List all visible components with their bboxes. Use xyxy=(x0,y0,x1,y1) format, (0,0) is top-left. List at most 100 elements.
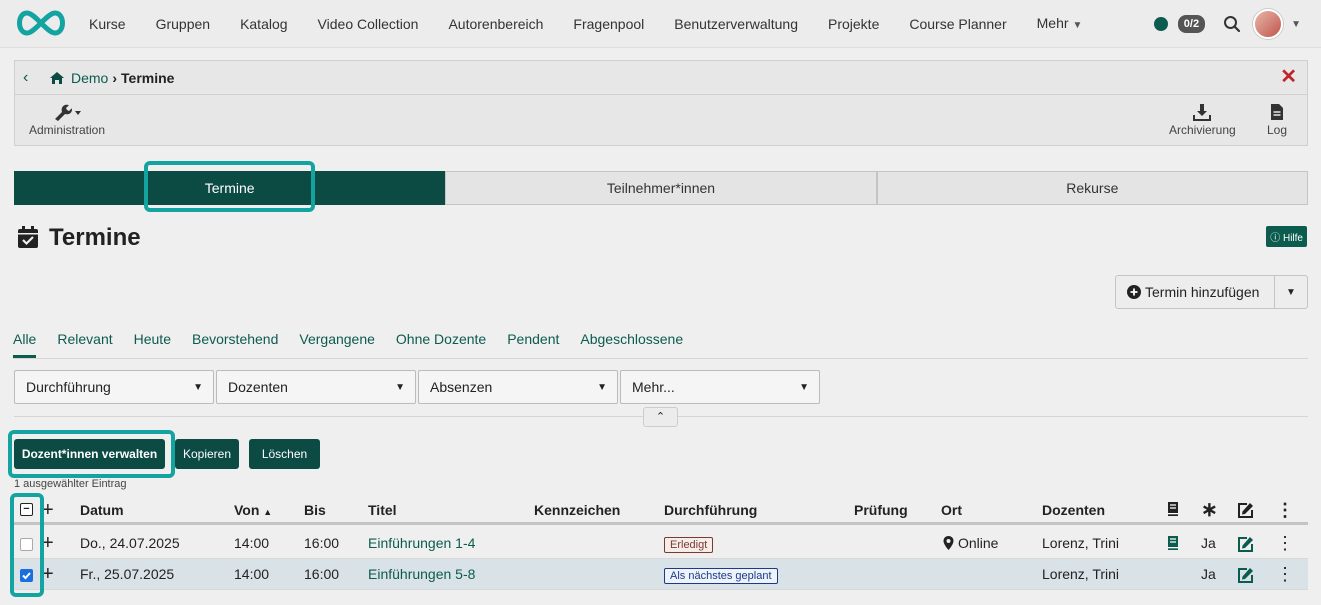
col-von[interactable]: Von ▲ xyxy=(234,498,272,524)
close-icon[interactable]: ✕ xyxy=(1280,67,1297,87)
administration-tool[interactable]: Administration xyxy=(29,101,105,137)
tab-teilnehmer[interactable]: Teilnehmer*innen xyxy=(445,171,877,205)
home-icon[interactable] xyxy=(49,71,65,85)
notification-badge[interactable]: 0/2 xyxy=(1177,15,1206,33)
cell-datum: Do., 24.07.2025 xyxy=(80,535,180,551)
top-navbar: Kurse Gruppen Katalog Video Collection A… xyxy=(0,0,1321,48)
breadcrumb-separator-icon: › xyxy=(112,69,118,86)
nav-item-video-collection[interactable]: Video Collection xyxy=(303,0,434,48)
collapse-filters-chevron-up-icon[interactable]: ⌃ xyxy=(643,407,678,427)
nav-item-benutzerverwaltung[interactable]: Benutzerverwaltung xyxy=(659,0,813,48)
copy-button[interactable]: Kopieren xyxy=(175,439,239,469)
cell-bis: 16:00 xyxy=(304,535,340,551)
cell-ort: Online xyxy=(943,528,998,558)
nav-item-course-planner[interactable]: Course Planner xyxy=(894,0,1021,48)
tab-termine[interactable]: Termine xyxy=(14,171,446,205)
nav-item-projekte[interactable]: Projekte xyxy=(813,0,894,48)
expand-all-plus-icon[interactable]: + xyxy=(42,498,54,522)
plus-circle-icon xyxy=(1127,285,1141,299)
col-pruefung[interactable]: Prüfung xyxy=(854,498,908,522)
logo-infinity-icon[interactable] xyxy=(13,9,69,37)
add-appointment-button[interactable]: Termin hinzufügen xyxy=(1116,276,1275,308)
nav-right: 0/2 ▼ xyxy=(1153,0,1301,48)
col-ort[interactable]: Ort xyxy=(941,498,962,522)
select-mehr[interactable]: Mehr... ▼ xyxy=(620,370,820,404)
search-icon[interactable] xyxy=(1223,15,1241,33)
tab-rekurse-label: Rekurse xyxy=(1066,180,1119,196)
select-durchfuehrung-value: Durchführung xyxy=(26,379,111,395)
cell-titel-link[interactable]: Einführungen 5-8 xyxy=(368,559,475,589)
filter-tab-vergangene[interactable]: Vergangene xyxy=(299,331,375,358)
nav-item-autorenbereich[interactable]: Autorenbereich xyxy=(433,0,558,48)
user-menu-chevron-icon[interactable]: ▼ xyxy=(1291,19,1301,30)
nav-item-fragenpool[interactable]: Fragenpool xyxy=(558,0,659,48)
log-tool[interactable]: Log xyxy=(1264,101,1290,137)
filter-tab-ohne-dozente[interactable]: Ohne Dozente xyxy=(396,331,486,358)
col-bis[interactable]: Bis xyxy=(304,498,326,522)
manage-teachers-button[interactable]: Dozent*innen verwalten xyxy=(14,439,165,469)
table-row[interactable]: + Fr., 25.07.2025 14:00 16:00 Einführung… xyxy=(14,559,1308,590)
tab-rekurse[interactable]: Rekurse xyxy=(876,171,1308,205)
more-vertical-icon[interactable]: ⋮ xyxy=(1276,559,1294,589)
sort-ascending-icon: ▲ xyxy=(263,507,273,517)
expand-row-plus-icon[interactable]: + xyxy=(42,528,54,558)
col-kennzeichen[interactable]: Kennzeichen xyxy=(534,498,620,522)
book-icon[interactable] xyxy=(1166,535,1180,551)
expand-row-plus-icon[interactable]: + xyxy=(42,559,54,589)
col-dozenten[interactable]: Dozenten xyxy=(1042,498,1105,522)
select-dozenten[interactable]: Dozenten ▼ xyxy=(216,370,416,404)
breadcrumb-demo-link[interactable]: Demo xyxy=(71,70,108,86)
online-status-dot[interactable] xyxy=(1153,17,1168,31)
wrench-icon xyxy=(55,104,82,121)
edit-icon[interactable] xyxy=(1237,566,1255,583)
filter-tab-heute[interactable]: Heute xyxy=(134,331,171,358)
row-checkbox[interactable] xyxy=(20,538,33,551)
add-appointment-dropdown-icon[interactable]: ▼ xyxy=(1275,287,1307,298)
cell-titel-link[interactable]: Einführungen 1-4 xyxy=(368,528,475,558)
filter-tab-abgeschlossene[interactable]: Abgeschlossene xyxy=(580,331,683,358)
archive-tool[interactable]: Archivierung xyxy=(1169,101,1236,137)
calendar-check-icon xyxy=(18,226,38,248)
cell-dozenten: Lorenz, Trini xyxy=(1042,535,1120,551)
cell-datum: Fr., 25.07.2025 xyxy=(80,566,175,582)
nav-item-gruppen[interactable]: Gruppen xyxy=(141,0,225,48)
more-vertical-icon[interactable]: ⋮ xyxy=(1276,498,1294,522)
filter-tab-bevorstehend[interactable]: Bevorstehend xyxy=(192,331,278,358)
archive-label: Archivierung xyxy=(1169,123,1236,137)
delete-button[interactable]: Löschen xyxy=(249,439,320,469)
edit-icon[interactable] xyxy=(1237,535,1255,552)
nav-item-mehr[interactable]: Mehr ▼ xyxy=(1022,0,1098,50)
select-absenzen-value: Absenzen xyxy=(430,379,493,395)
select-absenzen[interactable]: Absenzen ▼ xyxy=(418,370,618,404)
col-von-label: Von xyxy=(234,502,260,518)
col-datum[interactable]: Datum xyxy=(80,498,124,522)
tab-termine-label: Termine xyxy=(204,180,255,196)
select-dozenten-value: Dozenten xyxy=(228,379,288,395)
nav-item-katalog[interactable]: Katalog xyxy=(225,0,302,48)
course-toolbar-panel: ‹ Demo › Termine ✕ Administration Archiv… xyxy=(14,60,1308,146)
chevron-down-icon: ▼ xyxy=(799,381,809,393)
filter-tab-relevant[interactable]: Relevant xyxy=(57,331,112,358)
selection-count: 1 ausgewählter Eintrag xyxy=(14,478,127,490)
col-durchfuehrung[interactable]: Durchführung xyxy=(664,498,757,522)
avatar[interactable] xyxy=(1253,9,1284,39)
back-arrow-icon[interactable]: ‹ xyxy=(23,69,39,87)
cell-von: 14:00 xyxy=(234,535,270,551)
table-row[interactable]: + Do., 24.07.2025 14:00 16:00 Einführung… xyxy=(14,528,1308,559)
cell-von: 14:00 xyxy=(234,566,270,582)
filter-selects: Durchführung ▼ Dozenten ▼ Absenzen ▼ Mehr..… xyxy=(14,370,822,404)
row-checkbox-checked[interactable] xyxy=(20,569,33,582)
more-vertical-icon[interactable]: ⋮ xyxy=(1276,528,1294,558)
filter-tab-pendent[interactable]: Pendent xyxy=(507,331,559,358)
select-all-checkbox[interactable]: − xyxy=(20,503,33,516)
col-titel[interactable]: Titel xyxy=(368,498,397,522)
select-durchfuehrung[interactable]: Durchführung ▼ xyxy=(14,370,214,404)
nav-item-kurse[interactable]: Kurse xyxy=(74,0,141,48)
file-icon xyxy=(1271,104,1283,120)
filter-tab-alle[interactable]: Alle xyxy=(13,331,37,358)
chevron-down-icon: ▼ xyxy=(597,381,607,393)
book-icon xyxy=(1168,502,1178,516)
location-pin-icon xyxy=(943,536,954,550)
help-button[interactable]: ⓘ Hilfe xyxy=(1266,226,1307,247)
status-badge: Erledigt xyxy=(664,537,714,553)
